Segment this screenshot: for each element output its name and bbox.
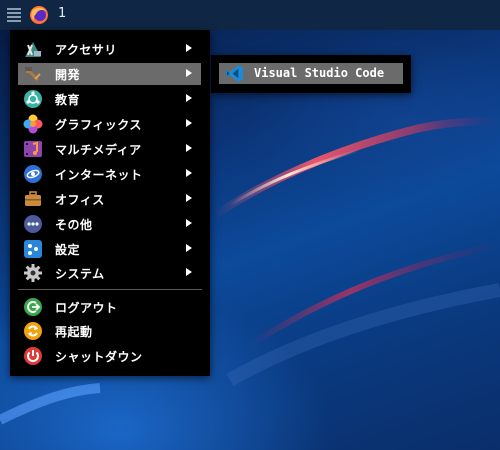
graphics-icon [23, 114, 43, 134]
submenu-arrow-icon [186, 94, 192, 102]
menu-item-label: アクセサリ [55, 43, 117, 57]
menu-item-label: 再起動 [55, 325, 93, 339]
submenu-arrow-icon [186, 69, 192, 77]
development-icon [23, 64, 43, 84]
workspace-number[interactable]: 1 [58, 6, 66, 21]
menu-item-internet[interactable]: インターネット [18, 163, 201, 185]
system-gear-icon [23, 263, 43, 283]
multimedia-icon [23, 139, 43, 159]
menu-separator [18, 289, 202, 290]
submenu-arrow-icon [186, 244, 192, 252]
menu-item-label: シャットダウン [55, 350, 143, 364]
menu-item-accessories[interactable]: アクセサリ [18, 38, 201, 60]
menu-item-label: グラフィックス [55, 118, 142, 132]
menu-item-other[interactable]: その他 [18, 213, 201, 235]
application-menu: アクセサリ 開発 教育 グラフィックス マルチメディア インターネット オフィス… [10, 30, 210, 376]
submenu-arrow-icon [186, 219, 192, 227]
office-icon [23, 189, 43, 209]
development-submenu: Visual Studio Code [211, 55, 411, 93]
top-panel: 1 [0, 0, 500, 30]
submenu-arrow-icon [186, 119, 192, 127]
accessories-icon [23, 39, 43, 59]
education-icon [23, 89, 43, 109]
submenu-arrow-icon [186, 44, 192, 52]
submenu-arrow-icon [186, 268, 192, 276]
submenu-item-label: Visual Studio Code [254, 66, 385, 80]
logout-icon [23, 297, 43, 317]
menu-item-label: マルチメディア [55, 143, 142, 157]
menu-item-label: その他 [55, 218, 93, 232]
menu-item-multimedia[interactable]: マルチメディア [18, 138, 201, 160]
shutdown-icon [23, 346, 43, 366]
menu-item-settings[interactable]: 設定 [18, 238, 201, 260]
other-icon [23, 214, 43, 234]
vscode-icon [225, 64, 244, 83]
submenu-item-vscode[interactable]: Visual Studio Code [219, 63, 403, 84]
submenu-arrow-icon [186, 144, 192, 152]
menu-item-label: 設定 [55, 243, 81, 257]
menu-item-restart[interactable]: 再起動 [18, 320, 201, 342]
menu-item-label: システム [55, 267, 105, 281]
menu-item-shutdown[interactable]: シャットダウン [18, 345, 201, 367]
menu-item-graphics[interactable]: グラフィックス [18, 113, 201, 135]
firefox-icon[interactable] [29, 5, 49, 25]
restart-icon [23, 321, 43, 341]
submenu-arrow-icon [186, 194, 192, 202]
menu-item-system[interactable]: システム [18, 262, 201, 284]
internet-icon [23, 164, 43, 184]
submenu-arrow-icon [186, 169, 192, 177]
menu-item-label: 開発 [55, 68, 81, 82]
menu-item-logout[interactable]: ログアウト [18, 296, 201, 318]
menu-item-label: ログアウト [55, 301, 118, 315]
settings-icon [23, 239, 43, 259]
menu-item-development[interactable]: 開発 [18, 63, 201, 85]
menu-item-label: 教育 [55, 93, 81, 107]
hamburger-menu-icon[interactable] [7, 8, 21, 22]
menu-item-label: オフィス [55, 193, 105, 207]
menu-item-office[interactable]: オフィス [18, 188, 201, 210]
menu-item-label: インターネット [55, 168, 143, 182]
menu-item-education[interactable]: 教育 [18, 88, 201, 110]
